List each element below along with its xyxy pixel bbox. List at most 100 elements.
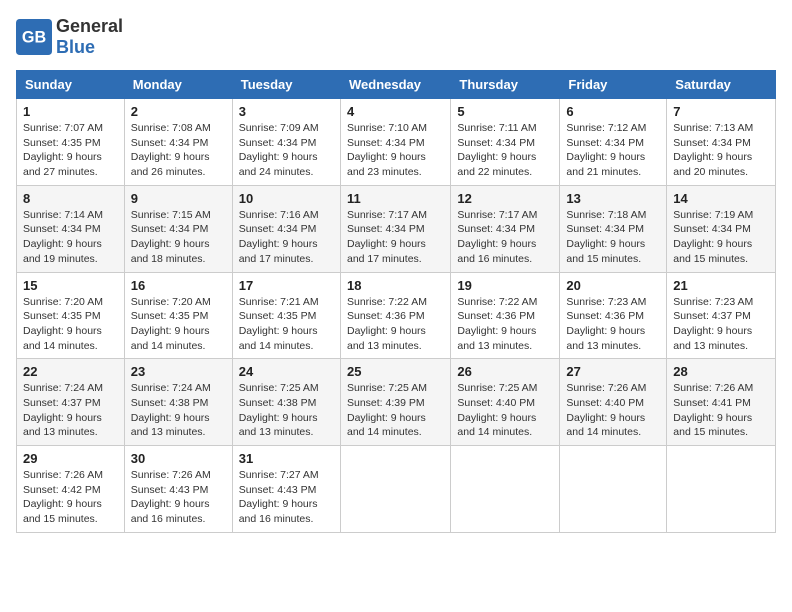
day-info: Sunrise: 7:25 AM Sunset: 4:40 PM Dayligh… bbox=[457, 381, 553, 440]
day-number: 14 bbox=[673, 191, 769, 206]
day-info: Sunrise: 7:26 AM Sunset: 4:43 PM Dayligh… bbox=[131, 468, 226, 527]
day-number: 29 bbox=[23, 451, 118, 466]
calendar-cell bbox=[451, 446, 560, 533]
calendar-header-monday: Monday bbox=[124, 71, 232, 99]
day-info: Sunrise: 7:10 AM Sunset: 4:34 PM Dayligh… bbox=[347, 121, 444, 180]
day-info: Sunrise: 7:13 AM Sunset: 4:34 PM Dayligh… bbox=[673, 121, 769, 180]
day-info: Sunrise: 7:17 AM Sunset: 4:34 PM Dayligh… bbox=[347, 208, 444, 267]
logo-icon: GB bbox=[16, 19, 52, 55]
calendar-week-3: 15 Sunrise: 7:20 AM Sunset: 4:35 PM Dayl… bbox=[17, 272, 776, 359]
day-info: Sunrise: 7:15 AM Sunset: 4:34 PM Dayligh… bbox=[131, 208, 226, 267]
calendar-cell: 28 Sunrise: 7:26 AM Sunset: 4:41 PM Dayl… bbox=[667, 359, 776, 446]
day-info: Sunrise: 7:23 AM Sunset: 4:36 PM Dayligh… bbox=[566, 295, 660, 354]
logo-blue-text: Blue bbox=[56, 37, 95, 57]
day-number: 17 bbox=[239, 278, 334, 293]
calendar-cell: 5 Sunrise: 7:11 AM Sunset: 4:34 PM Dayli… bbox=[451, 99, 560, 186]
calendar-week-4: 22 Sunrise: 7:24 AM Sunset: 4:37 PM Dayl… bbox=[17, 359, 776, 446]
calendar-body: 1 Sunrise: 7:07 AM Sunset: 4:35 PM Dayli… bbox=[17, 99, 776, 533]
calendar-cell: 26 Sunrise: 7:25 AM Sunset: 4:40 PM Dayl… bbox=[451, 359, 560, 446]
calendar-cell: 12 Sunrise: 7:17 AM Sunset: 4:34 PM Dayl… bbox=[451, 185, 560, 272]
calendar-header-friday: Friday bbox=[560, 71, 667, 99]
day-info: Sunrise: 7:24 AM Sunset: 4:37 PM Dayligh… bbox=[23, 381, 118, 440]
calendar-header-tuesday: Tuesday bbox=[232, 71, 340, 99]
calendar-cell: 24 Sunrise: 7:25 AM Sunset: 4:38 PM Dayl… bbox=[232, 359, 340, 446]
calendar-cell: 3 Sunrise: 7:09 AM Sunset: 4:34 PM Dayli… bbox=[232, 99, 340, 186]
day-info: Sunrise: 7:21 AM Sunset: 4:35 PM Dayligh… bbox=[239, 295, 334, 354]
day-info: Sunrise: 7:12 AM Sunset: 4:34 PM Dayligh… bbox=[566, 121, 660, 180]
calendar-header-saturday: Saturday bbox=[667, 71, 776, 99]
day-number: 10 bbox=[239, 191, 334, 206]
day-number: 3 bbox=[239, 104, 334, 119]
calendar-cell: 7 Sunrise: 7:13 AM Sunset: 4:34 PM Dayli… bbox=[667, 99, 776, 186]
calendar-cell: 18 Sunrise: 7:22 AM Sunset: 4:36 PM Dayl… bbox=[340, 272, 450, 359]
day-info: Sunrise: 7:22 AM Sunset: 4:36 PM Dayligh… bbox=[347, 295, 444, 354]
day-info: Sunrise: 7:20 AM Sunset: 4:35 PM Dayligh… bbox=[23, 295, 118, 354]
calendar-cell bbox=[560, 446, 667, 533]
calendar-cell: 2 Sunrise: 7:08 AM Sunset: 4:34 PM Dayli… bbox=[124, 99, 232, 186]
day-info: Sunrise: 7:09 AM Sunset: 4:34 PM Dayligh… bbox=[239, 121, 334, 180]
day-number: 30 bbox=[131, 451, 226, 466]
calendar-cell: 19 Sunrise: 7:22 AM Sunset: 4:36 PM Dayl… bbox=[451, 272, 560, 359]
calendar-cell: 21 Sunrise: 7:23 AM Sunset: 4:37 PM Dayl… bbox=[667, 272, 776, 359]
calendar-header-thursday: Thursday bbox=[451, 71, 560, 99]
calendar-cell: 20 Sunrise: 7:23 AM Sunset: 4:36 PM Dayl… bbox=[560, 272, 667, 359]
day-number: 2 bbox=[131, 104, 226, 119]
day-number: 4 bbox=[347, 104, 444, 119]
calendar-cell: 13 Sunrise: 7:18 AM Sunset: 4:34 PM Dayl… bbox=[560, 185, 667, 272]
day-info: Sunrise: 7:25 AM Sunset: 4:38 PM Dayligh… bbox=[239, 381, 334, 440]
day-info: Sunrise: 7:27 AM Sunset: 4:43 PM Dayligh… bbox=[239, 468, 334, 527]
day-info: Sunrise: 7:11 AM Sunset: 4:34 PM Dayligh… bbox=[457, 121, 553, 180]
day-info: Sunrise: 7:26 AM Sunset: 4:41 PM Dayligh… bbox=[673, 381, 769, 440]
day-number: 13 bbox=[566, 191, 660, 206]
day-number: 7 bbox=[673, 104, 769, 119]
day-number: 21 bbox=[673, 278, 769, 293]
calendar-header-row: SundayMondayTuesdayWednesdayThursdayFrid… bbox=[17, 71, 776, 99]
day-info: Sunrise: 7:17 AM Sunset: 4:34 PM Dayligh… bbox=[457, 208, 553, 267]
day-info: Sunrise: 7:23 AM Sunset: 4:37 PM Dayligh… bbox=[673, 295, 769, 354]
logo: GB General Blue bbox=[16, 16, 123, 58]
day-number: 12 bbox=[457, 191, 553, 206]
day-number: 20 bbox=[566, 278, 660, 293]
calendar-cell: 27 Sunrise: 7:26 AM Sunset: 4:40 PM Dayl… bbox=[560, 359, 667, 446]
calendar-week-2: 8 Sunrise: 7:14 AM Sunset: 4:34 PM Dayli… bbox=[17, 185, 776, 272]
day-info: Sunrise: 7:07 AM Sunset: 4:35 PM Dayligh… bbox=[23, 121, 118, 180]
calendar-cell: 9 Sunrise: 7:15 AM Sunset: 4:34 PM Dayli… bbox=[124, 185, 232, 272]
calendar-cell: 15 Sunrise: 7:20 AM Sunset: 4:35 PM Dayl… bbox=[17, 272, 125, 359]
calendar-cell: 31 Sunrise: 7:27 AM Sunset: 4:43 PM Dayl… bbox=[232, 446, 340, 533]
day-number: 16 bbox=[131, 278, 226, 293]
day-info: Sunrise: 7:24 AM Sunset: 4:38 PM Dayligh… bbox=[131, 381, 226, 440]
day-number: 9 bbox=[131, 191, 226, 206]
calendar-cell bbox=[340, 446, 450, 533]
day-info: Sunrise: 7:25 AM Sunset: 4:39 PM Dayligh… bbox=[347, 381, 444, 440]
calendar-cell: 10 Sunrise: 7:16 AM Sunset: 4:34 PM Dayl… bbox=[232, 185, 340, 272]
calendar-cell: 11 Sunrise: 7:17 AM Sunset: 4:34 PM Dayl… bbox=[340, 185, 450, 272]
day-number: 11 bbox=[347, 191, 444, 206]
day-number: 6 bbox=[566, 104, 660, 119]
calendar-cell: 23 Sunrise: 7:24 AM Sunset: 4:38 PM Dayl… bbox=[124, 359, 232, 446]
calendar-cell: 4 Sunrise: 7:10 AM Sunset: 4:34 PM Dayli… bbox=[340, 99, 450, 186]
day-number: 22 bbox=[23, 364, 118, 379]
calendar-cell: 8 Sunrise: 7:14 AM Sunset: 4:34 PM Dayli… bbox=[17, 185, 125, 272]
day-number: 27 bbox=[566, 364, 660, 379]
day-number: 8 bbox=[23, 191, 118, 206]
calendar-cell: 17 Sunrise: 7:21 AM Sunset: 4:35 PM Dayl… bbox=[232, 272, 340, 359]
day-info: Sunrise: 7:20 AM Sunset: 4:35 PM Dayligh… bbox=[131, 295, 226, 354]
calendar-cell: 14 Sunrise: 7:19 AM Sunset: 4:34 PM Dayl… bbox=[667, 185, 776, 272]
logo-general-text: General bbox=[56, 16, 123, 36]
day-number: 1 bbox=[23, 104, 118, 119]
day-number: 24 bbox=[239, 364, 334, 379]
calendar-cell bbox=[667, 446, 776, 533]
day-number: 5 bbox=[457, 104, 553, 119]
calendar-header-wednesday: Wednesday bbox=[340, 71, 450, 99]
calendar-cell: 22 Sunrise: 7:24 AM Sunset: 4:37 PM Dayl… bbox=[17, 359, 125, 446]
calendar-week-1: 1 Sunrise: 7:07 AM Sunset: 4:35 PM Dayli… bbox=[17, 99, 776, 186]
day-number: 19 bbox=[457, 278, 553, 293]
calendar-cell: 16 Sunrise: 7:20 AM Sunset: 4:35 PM Dayl… bbox=[124, 272, 232, 359]
day-number: 26 bbox=[457, 364, 553, 379]
day-number: 15 bbox=[23, 278, 118, 293]
calendar-cell: 29 Sunrise: 7:26 AM Sunset: 4:42 PM Dayl… bbox=[17, 446, 125, 533]
page-header: GB General Blue bbox=[16, 16, 776, 58]
calendar-cell: 6 Sunrise: 7:12 AM Sunset: 4:34 PM Dayli… bbox=[560, 99, 667, 186]
day-info: Sunrise: 7:22 AM Sunset: 4:36 PM Dayligh… bbox=[457, 295, 553, 354]
day-info: Sunrise: 7:26 AM Sunset: 4:40 PM Dayligh… bbox=[566, 381, 660, 440]
